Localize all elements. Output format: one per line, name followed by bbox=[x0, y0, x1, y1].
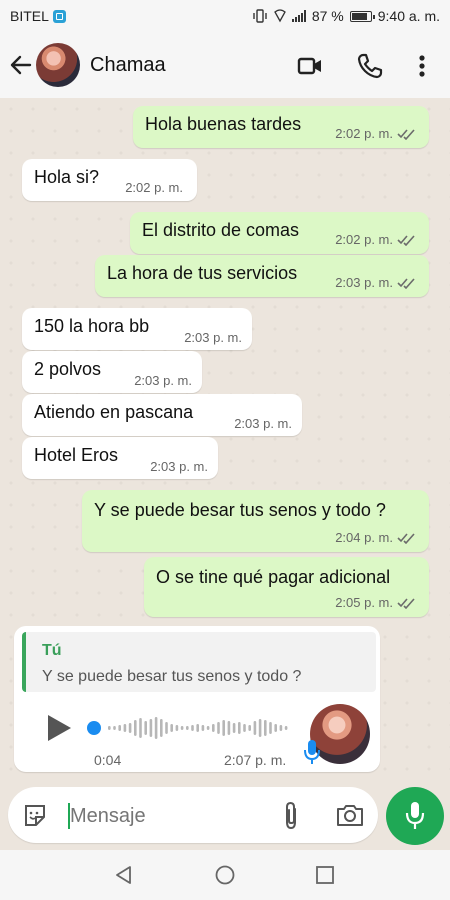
message-time: 2:05 p. m. bbox=[335, 595, 393, 610]
message-bubble-outgoing[interactable]: El distrito de comas 2:02 p. m. bbox=[130, 212, 429, 254]
message-input[interactable] bbox=[70, 805, 270, 828]
read-ticks-icon bbox=[397, 532, 415, 544]
attach-icon[interactable] bbox=[280, 801, 302, 831]
message-bubble-outgoing[interactable]: Hola buenas tardes 2:02 p. m. bbox=[133, 106, 429, 148]
message-time: 2:03 p. m. bbox=[134, 373, 192, 388]
battery-icon bbox=[349, 10, 375, 22]
message-bubble-incoming[interactable]: 2 polvos 2:03 p. m. bbox=[22, 351, 202, 393]
reply-text: Y se puede besar tus senos y todo ? bbox=[42, 668, 302, 685]
wifi-calling-icon bbox=[273, 9, 286, 23]
nav-home-icon[interactable] bbox=[214, 864, 236, 886]
signal-strength-icon bbox=[291, 10, 306, 22]
reply-author: Tú bbox=[42, 642, 62, 659]
read-ticks-icon bbox=[397, 277, 415, 289]
message-bubble-incoming[interactable]: Hola si? 2:02 p. m. bbox=[22, 159, 197, 201]
voice-record-button[interactable] bbox=[386, 787, 444, 845]
read-ticks-icon bbox=[397, 234, 415, 246]
nav-back-icon[interactable] bbox=[113, 864, 135, 886]
sticker-icon[interactable] bbox=[22, 803, 48, 829]
message-bubble-outgoing[interactable]: La hora de tus servicios 2:03 p. m. bbox=[95, 255, 429, 297]
message-bubble-outgoing[interactable]: O se tine qué pagar adicional 2:05 p. m. bbox=[144, 557, 429, 617]
message-bubble-incoming[interactable]: Hotel Eros 2:03 p. m. bbox=[22, 437, 218, 479]
message-text: Hola si? bbox=[34, 167, 100, 187]
phone-call-icon[interactable] bbox=[356, 52, 384, 80]
chat-header: Chamaa bbox=[0, 32, 450, 99]
voice-duration: 0:04 bbox=[94, 752, 122, 768]
voice-waveform[interactable] bbox=[84, 714, 292, 742]
system-nav-bar bbox=[0, 850, 450, 900]
contact-avatar[interactable] bbox=[36, 43, 80, 87]
message-time: 2:02 p. m. bbox=[335, 126, 393, 141]
message-time: 2:03 p. m. bbox=[234, 416, 292, 431]
message-input-container[interactable] bbox=[8, 787, 378, 843]
reply-quote[interactable]: Tú Y se puede besar tus senos y todo ? bbox=[22, 632, 376, 692]
message-text: 2 polvos bbox=[34, 359, 102, 379]
back-arrow-icon[interactable] bbox=[8, 52, 34, 78]
message-text: La hora de tus servicios bbox=[107, 263, 298, 283]
message-time: 2:02 p. m. bbox=[335, 232, 393, 247]
message-time: 2:02 p. m. bbox=[125, 180, 183, 195]
contact-name[interactable]: Chamaa bbox=[90, 54, 166, 77]
read-ticks-icon bbox=[397, 597, 415, 609]
message-text: El distrito de comas bbox=[142, 220, 300, 240]
message-text: 150 la hora bb bbox=[34, 316, 150, 336]
chat-area[interactable]: Hola buenas tardes 2:02 p. m. Hola si? 2… bbox=[0, 98, 450, 782]
message-text: Hotel Eros bbox=[34, 445, 119, 465]
camera-icon[interactable] bbox=[336, 803, 364, 827]
carrier-badge-icon bbox=[52, 9, 66, 23]
status-time: 9:40 a. m. bbox=[377, 8, 440, 24]
mic-icon bbox=[405, 802, 425, 829]
battery-percent: 87 % bbox=[311, 8, 344, 24]
video-call-icon[interactable] bbox=[296, 52, 324, 80]
message-bubble-incoming[interactable]: 150 la hora bb 2:03 p. m. bbox=[22, 308, 252, 350]
play-icon[interactable] bbox=[44, 712, 74, 744]
voice-progress-knob bbox=[87, 721, 101, 735]
message-text: Hola buenas tardes bbox=[145, 114, 302, 134]
message-text: O se tine qué pagar adicional bbox=[156, 567, 391, 587]
voice-time: 2:07 p. m. bbox=[224, 752, 287, 768]
composer-bar bbox=[0, 782, 450, 850]
status-bar: BITEL 87 % 9:40 a. m. bbox=[0, 0, 450, 32]
message-time: 2:03 p. m. bbox=[335, 275, 393, 290]
message-time: 2:03 p. m. bbox=[150, 459, 208, 474]
vibrate-icon bbox=[253, 9, 267, 23]
message-text: Atiendo en pascana bbox=[34, 402, 194, 422]
message-bubble-outgoing[interactable]: Y se puede besar tus senos y todo ? 2:04… bbox=[82, 490, 429, 552]
message-time: 2:04 p. m. bbox=[335, 530, 393, 545]
message-time: 2:03 p. m. bbox=[184, 330, 242, 345]
message-text: Y se puede besar tus senos y todo ? bbox=[94, 500, 386, 520]
mic-icon bbox=[304, 740, 320, 764]
message-bubble-incoming[interactable]: Atiendo en pascana 2:03 p. m. bbox=[22, 394, 302, 436]
carrier-name: BITEL bbox=[10, 8, 49, 24]
more-vert-icon[interactable] bbox=[408, 52, 436, 80]
read-ticks-icon bbox=[397, 128, 415, 140]
nav-recents-icon[interactable] bbox=[314, 864, 336, 886]
